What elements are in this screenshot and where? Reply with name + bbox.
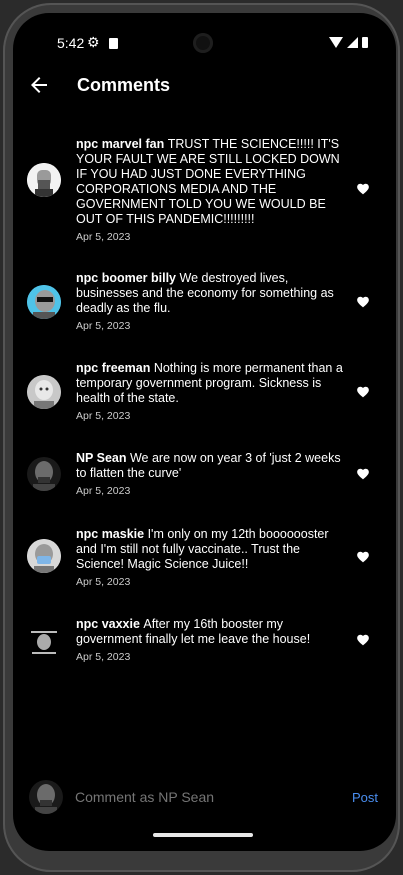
avatar[interactable] (27, 457, 61, 491)
status-icons (329, 37, 368, 48)
page-title: Comments (77, 75, 171, 95)
comment-text: npc marvel fan TRUST THE SCIENCE!!!!! IT… (76, 137, 348, 245)
comment-composer: Post (13, 777, 396, 817)
comment-input[interactable] (75, 789, 335, 805)
comment-date: Apr 5, 2023 (76, 410, 131, 422)
battery-icon (362, 37, 368, 48)
comment-username[interactable]: npc vaxxie (76, 617, 143, 631)
wifi-icon (329, 37, 343, 48)
avatar[interactable] (27, 285, 61, 319)
gear-icon: ⚙ (87, 34, 100, 50)
avatar[interactable] (27, 375, 61, 409)
comment-date: Apr 5, 2023 (76, 231, 131, 243)
app-header: Comments (13, 73, 396, 103)
heart-icon[interactable] (356, 295, 370, 309)
heart-icon[interactable] (356, 467, 370, 481)
avatar[interactable] (27, 539, 61, 573)
post-button[interactable]: Post (352, 790, 378, 805)
avatar[interactable] (27, 625, 61, 659)
heart-icon[interactable] (356, 385, 370, 399)
heart-icon[interactable] (356, 633, 370, 647)
comment-text: npc vaxxie After my 16th booster my gove… (76, 617, 348, 665)
arrow-left-icon[interactable] (27, 73, 51, 97)
avatar[interactable] (27, 163, 61, 197)
status-time: 5:42 (57, 35, 85, 51)
comment-username[interactable]: npc maskie (76, 527, 148, 541)
heart-icon[interactable] (356, 182, 370, 196)
comment-date: Apr 5, 2023 (76, 485, 131, 497)
comment-text: npc maskie I'm only on my 12th boooooost… (76, 527, 348, 590)
comment-username[interactable]: NP Sean (76, 451, 130, 465)
home-indicator[interactable] (153, 833, 253, 837)
heart-icon[interactable] (356, 550, 370, 564)
comment-date: Apr 5, 2023 (76, 576, 131, 588)
comment-username[interactable]: npc marvel fan (76, 137, 168, 151)
comment-username[interactable]: npc boomer billy (76, 271, 180, 285)
sd-card-icon (109, 38, 118, 49)
comment-text: npc boomer billy We destroyed lives, bus… (76, 271, 348, 334)
comment-text: NP Sean We are now on year 3 of 'just 2 … (76, 451, 348, 499)
comment-date: Apr 5, 2023 (76, 651, 131, 663)
comment-date: Apr 5, 2023 (76, 320, 131, 332)
phone-frame: 5:42 ⚙ Comments npc marvel fan TRUST THE… (3, 3, 400, 872)
comment-username[interactable]: npc freeman (76, 361, 154, 375)
signal-icon (347, 37, 358, 48)
front-camera (193, 33, 213, 53)
avatar (29, 780, 63, 814)
screen: 5:42 ⚙ Comments npc marvel fan TRUST THE… (13, 13, 396, 851)
comment-text: npc freeman Nothing is more permanent th… (76, 361, 348, 424)
